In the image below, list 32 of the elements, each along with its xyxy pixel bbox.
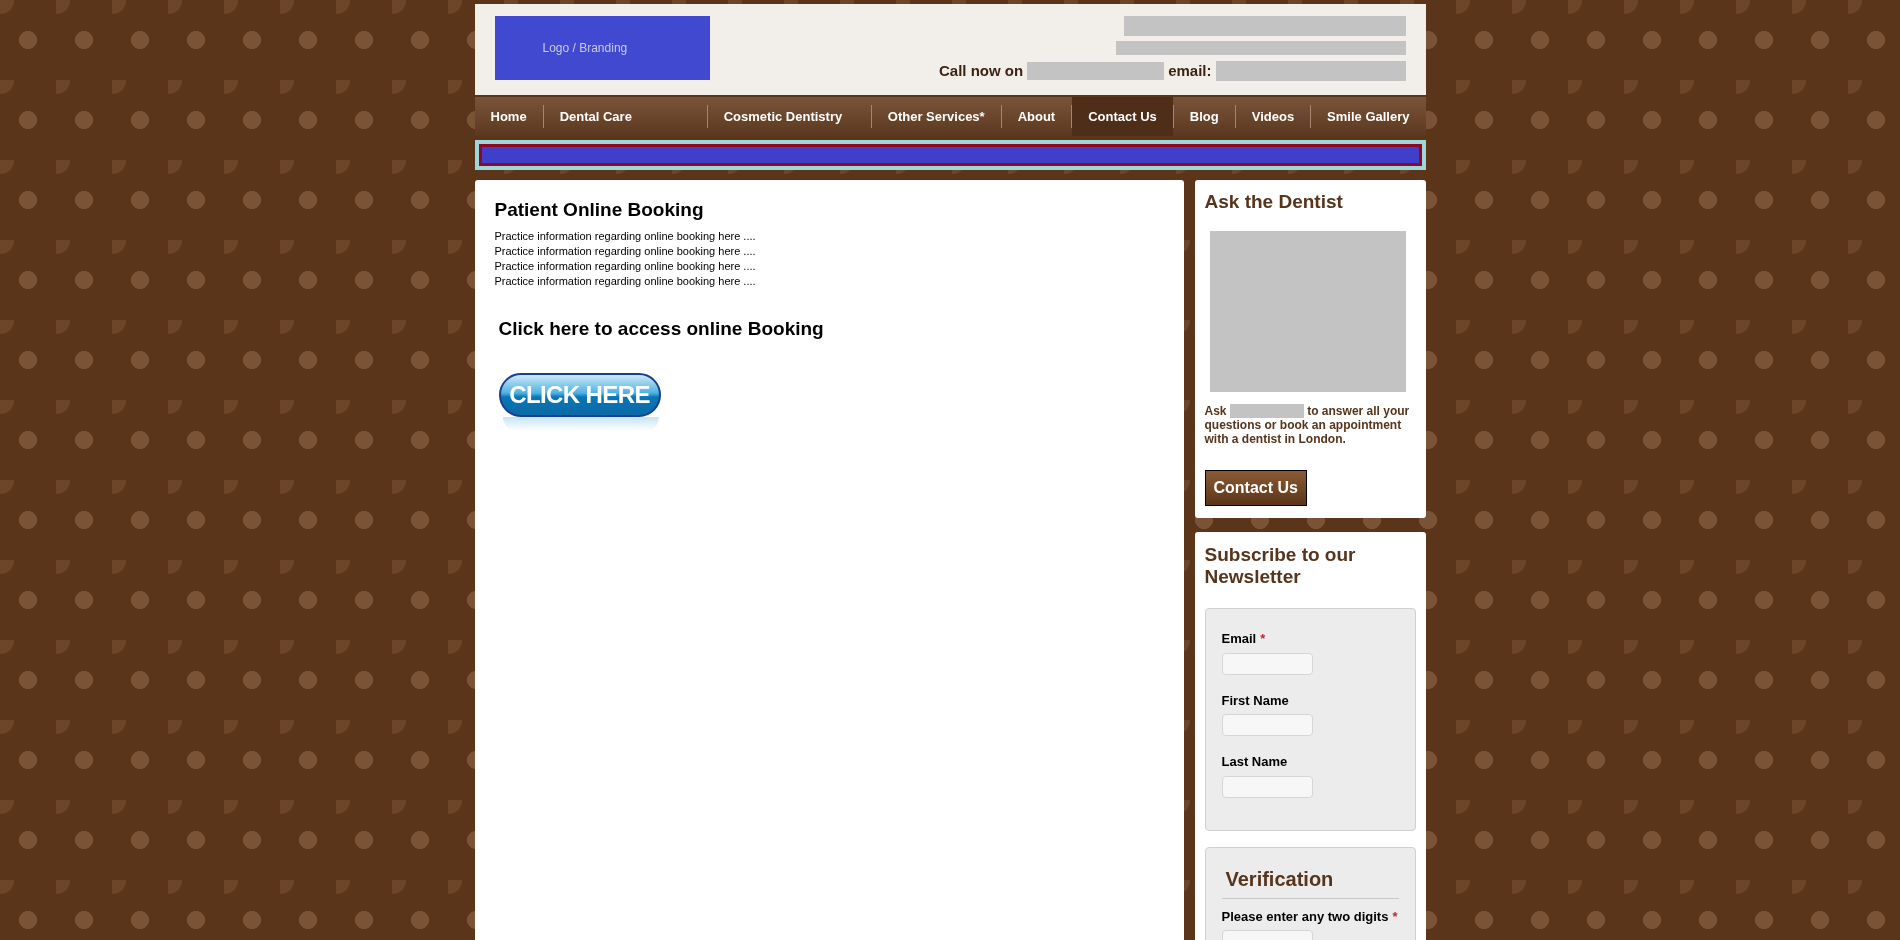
nav-link[interactable]: Videos [1235,97,1311,136]
call-label: Call now on [938,61,1024,81]
info-text: Practice information regarding online booking here .... [494,243,757,259]
card-title: Subscribe to our Newsletter [1204,544,1357,589]
contact-us-button[interactable]: Contact Us [1204,470,1307,507]
field-label: First Name [1221,691,1289,710]
info-text: Practice information regarding online booking here .... [494,273,757,289]
field-label: Email [1221,630,1257,649]
nav-link[interactable]: About [1001,97,1072,136]
required-asterisk: * [1392,907,1398,926]
nav-link[interactable]: Other Services* [871,97,1001,136]
input-field[interactable] [1221,775,1313,798]
nav-link[interactable]: Smile Gallery [1311,97,1426,136]
nav-link[interactable]: Dental Care [543,97,707,136]
input-field[interactable] [1221,652,1313,675]
nav-link[interactable]: Cosmetic Dentistry [707,97,871,136]
cta-heading: Click here to access online Booking [498,316,825,341]
page-title: Patient Online Booking [494,198,705,222]
info-text: Practice information regarding online booking here .... [494,258,757,274]
logo-text: Logo / Branding [542,40,628,57]
card-title: Ask the Dentist [1204,190,1344,214]
input-field[interactable] [1221,714,1313,737]
field-label: Please enter any two digits [1221,907,1389,926]
verification-title: Verification [1221,863,1399,899]
nav-link[interactable]: Contact Us [1072,97,1173,136]
info-text: Practice information regarding online booking here .... [494,228,757,244]
ask-text: Ask to answer all your questions or book an appointment with a dentist in London. [1204,403,1411,447]
required-asterisk: * [1260,630,1266,649]
nav-link[interactable]: Home [474,97,543,136]
nav-link[interactable]: Blog [1173,97,1235,136]
email-label: email: [1168,61,1212,81]
field-label: Last Name [1221,753,1288,772]
